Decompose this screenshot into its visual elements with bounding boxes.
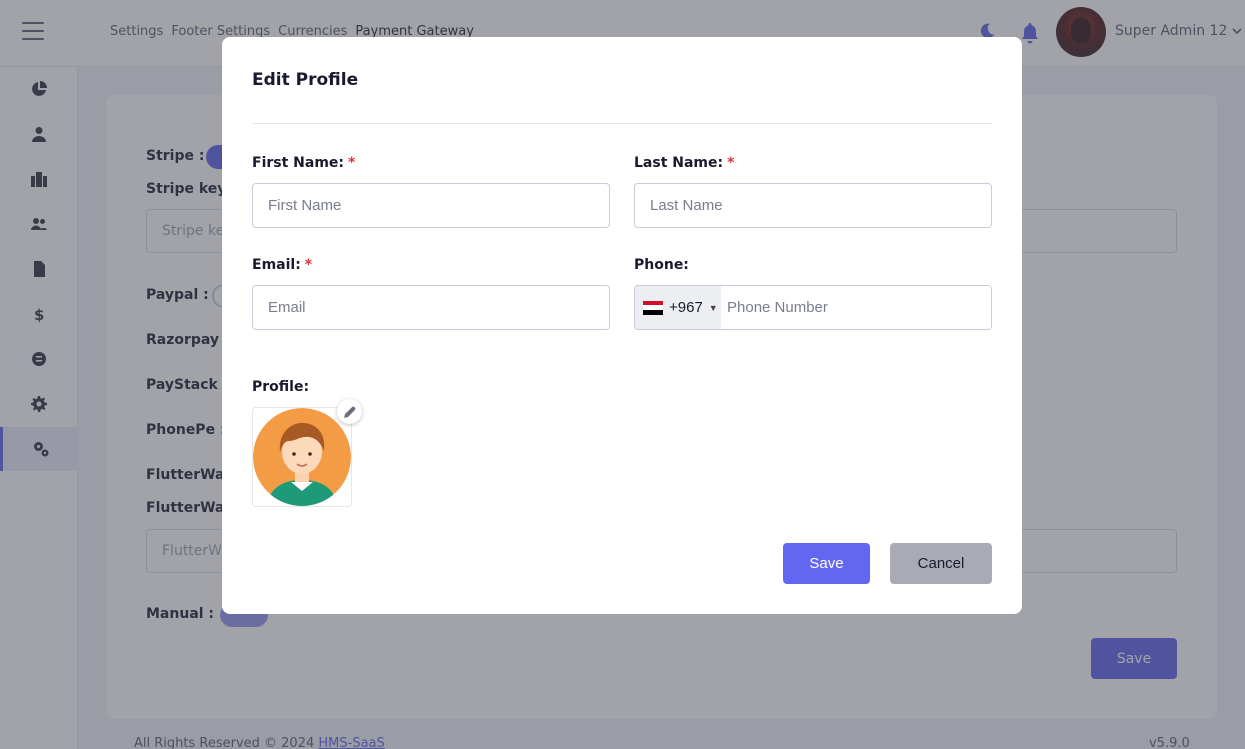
- modal-title: Edit Profile: [252, 70, 359, 90]
- last-name-label: Last Name: *: [634, 155, 734, 171]
- phone-input[interactable]: [721, 286, 991, 329]
- email-label: Email: *: [252, 257, 312, 273]
- caret-down-icon: ▼: [708, 302, 718, 313]
- first-name-label: First Name: *: [252, 155, 355, 171]
- required-mark: *: [727, 155, 735, 171]
- last-name-label-text: Last Name:: [634, 155, 724, 171]
- default-avatar-icon: [253, 408, 351, 506]
- save-button[interactable]: Save: [783, 543, 870, 584]
- pencil-icon: [343, 405, 356, 418]
- phone-label: Phone:: [634, 257, 689, 273]
- cancel-button[interactable]: Cancel: [890, 543, 992, 584]
- edit-profile-modal: Edit Profile First Name:* Last Name:* Em…: [222, 37, 1022, 614]
- first-name-label-text: First Name:: [252, 155, 345, 171]
- first-name-input[interactable]: [252, 183, 610, 228]
- email-label-text: Email:: [252, 257, 301, 273]
- last-name-input[interactable]: [634, 183, 992, 228]
- country-code-select[interactable]: +967 ▼: [635, 286, 721, 329]
- email-input[interactable]: [252, 285, 610, 330]
- required-mark: *: [304, 257, 313, 273]
- phone-field: +967 ▼: [634, 285, 992, 330]
- profile-label: Profile:: [252, 379, 310, 395]
- modal-divider: [252, 123, 992, 124]
- yemen-flag-icon: [643, 300, 663, 315]
- profile-image-preview[interactable]: [252, 407, 352, 507]
- required-mark: *: [348, 155, 356, 171]
- country-code: +967: [669, 299, 703, 316]
- edit-profile-image-button[interactable]: [337, 399, 362, 424]
